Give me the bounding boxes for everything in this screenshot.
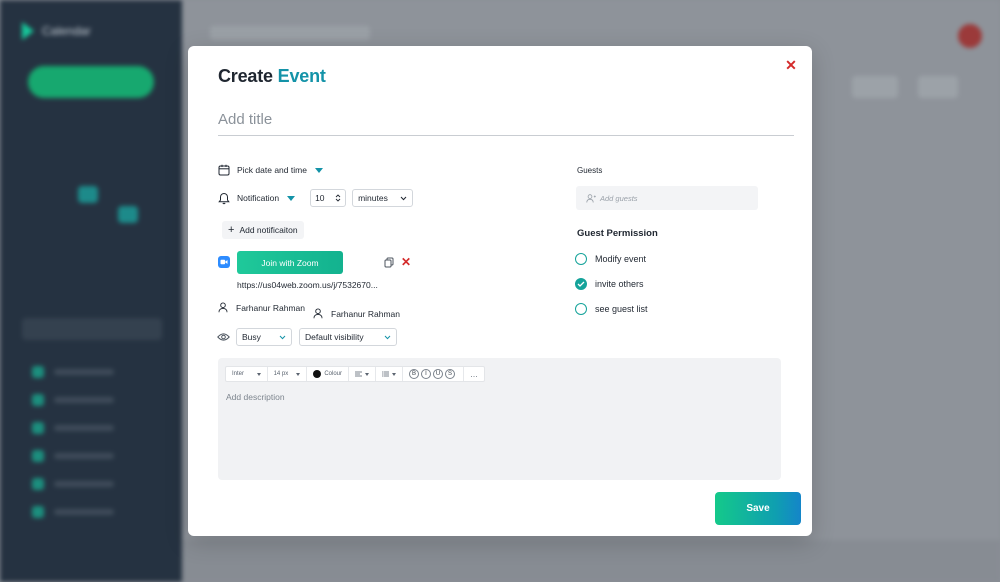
background-search [210, 26, 370, 40]
chevron-down-icon [400, 196, 407, 200]
list-select[interactable] [376, 367, 403, 381]
background-brand-name: Calendar [42, 24, 91, 38]
modal-title-accent: Event [277, 66, 326, 86]
date-time-label: Pick date and time [237, 165, 307, 175]
guest-permission-title: Guest Permission [577, 228, 658, 239]
background-view-select [852, 76, 898, 98]
eye-icon [217, 333, 230, 341]
background-create-button [28, 66, 154, 98]
more-options-icon: … [470, 369, 478, 379]
permission-invite-others[interactable]: invite others [575, 278, 644, 290]
strikethrough-button[interactable]: S [445, 369, 455, 379]
align-left-icon [355, 371, 362, 377]
add-notification-label: Add notificaiton [239, 225, 298, 235]
remove-zoom-icon[interactable]: ✕ [401, 256, 411, 268]
zoom-video-icon [218, 256, 230, 268]
checkbox-circle-icon[interactable] [575, 253, 587, 265]
plus-icon: + [228, 223, 235, 236]
underline-button[interactable]: U [433, 369, 443, 379]
notification-unit-select[interactable]: minutes [352, 189, 414, 207]
chevron-down-icon[interactable] [314, 167, 323, 173]
modal-title-prefix: Create [218, 66, 273, 86]
permission-label: Modify event [595, 254, 647, 264]
font-size-value: 14 px [273, 371, 289, 377]
organizer-name: Farhanur Rahman [236, 302, 305, 313]
background-logo: Calendar [22, 22, 91, 40]
more-options-button[interactable]: … [464, 367, 484, 381]
close-icon[interactable]: ✕ [784, 58, 798, 72]
create-event-modal: Create Event ✕ Pick date and time Notifi… [188, 46, 812, 536]
chevron-down-icon [296, 372, 301, 376]
notification-amount-stepper[interactable]: 10 [310, 189, 347, 207]
chevron-down-icon [365, 372, 369, 376]
person-icon [218, 302, 228, 313]
permission-modify-event[interactable]: Modify event [575, 253, 646, 265]
availability-value: Busy [242, 332, 261, 342]
attendee-name: Farhanur Rahman [331, 308, 400, 319]
notification-unit-value: minutes [358, 193, 388, 203]
attendee-item: Farhanur Rahman [313, 308, 400, 319]
visibility-row: Busy Default visibility [217, 328, 397, 346]
add-notification-button[interactable]: + Add notificaiton [222, 221, 304, 239]
date-time-row[interactable]: Pick date and time [218, 164, 323, 176]
bell-icon [218, 192, 230, 204]
add-guests-input[interactable]: Add guests [576, 186, 758, 210]
chevron-down-icon [384, 335, 391, 339]
font-family-select[interactable]: Inter [226, 367, 268, 381]
copy-icon[interactable] [384, 257, 394, 268]
description-editor[interactable]: Inter 14 px Colour B I U S … Add descrip… [218, 358, 781, 480]
organizer-item: Farhanur Rahman [218, 302, 305, 313]
text-format-group: B I U S [403, 367, 464, 381]
modal-title: Create Event [218, 66, 326, 87]
bold-button[interactable]: B [409, 369, 419, 379]
italic-button[interactable]: I [421, 369, 431, 379]
save-button[interactable]: Save [715, 492, 801, 525]
list-icon [382, 371, 389, 377]
permission-label: see guest list [595, 304, 648, 314]
color-swatch-icon [313, 370, 322, 378]
notification-row: Notification 10 minutes [218, 189, 414, 207]
checkbox-circle-icon[interactable] [575, 303, 587, 315]
person-icon [313, 308, 323, 319]
font-size-select[interactable]: 14 px [268, 367, 308, 381]
logo-icon [22, 22, 34, 40]
chevron-down-icon [392, 372, 396, 376]
check-circle-icon[interactable] [575, 278, 587, 290]
notification-label: Notification [237, 193, 280, 203]
background-search-box [22, 318, 162, 340]
stepper-arrows-icon[interactable] [335, 193, 341, 203]
chevron-down-icon [256, 372, 261, 376]
description-placeholder[interactable]: Add description [226, 392, 285, 402]
guests-label: Guests [577, 166, 603, 175]
notification-type-dropdown[interactable] [287, 195, 296, 201]
availability-select[interactable]: Busy [236, 328, 292, 346]
background-footer [182, 540, 1000, 582]
add-guests-placeholder: Add guests [600, 193, 638, 203]
add-person-icon [586, 193, 596, 203]
background-avatar [958, 24, 982, 48]
font-family-value: Inter [232, 371, 245, 377]
align-select[interactable] [349, 367, 376, 381]
event-title-input[interactable] [218, 108, 794, 136]
background-calendar-list [32, 366, 114, 518]
text-color-label: Colour [324, 371, 342, 377]
calendar-icon [218, 164, 230, 176]
background-toggle [918, 76, 958, 98]
editor-toolbar: Inter 14 px Colour B I U S … [225, 366, 485, 382]
text-color-picker[interactable]: Colour [307, 367, 349, 381]
visibility-select[interactable]: Default visibility [299, 328, 397, 346]
chevron-down-icon [279, 335, 286, 339]
permission-label: invite others [595, 279, 644, 289]
notification-amount-value: 10 [315, 193, 325, 203]
visibility-value: Default visibility [305, 332, 364, 342]
join-with-zoom-button[interactable]: Join with Zoom [237, 251, 343, 274]
zoom-meeting-link[interactable]: https://us04web.zoom.us/j/7532670... [237, 280, 378, 290]
background-mini-calendar [18, 146, 158, 263]
background-sidebar: Calendar [0, 0, 182, 582]
permission-see-guest-list[interactable]: see guest list [575, 303, 648, 315]
